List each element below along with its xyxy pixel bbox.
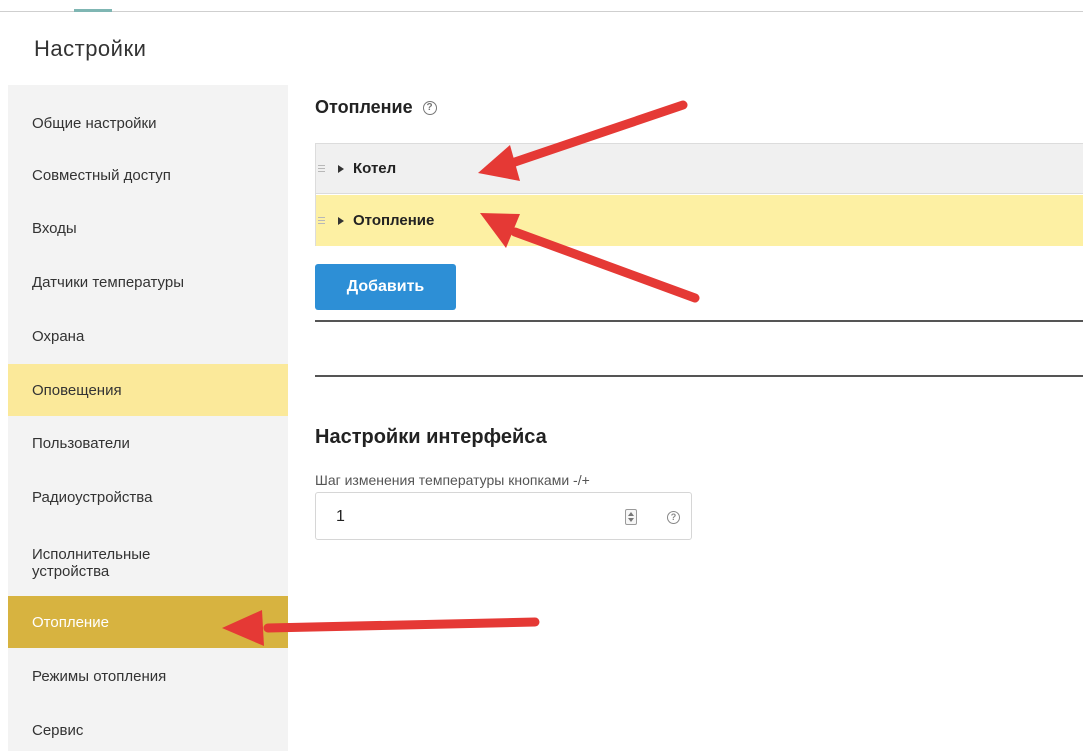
sidebar-item-service[interactable]: Сервис bbox=[8, 704, 288, 751]
number-spinner-icon[interactable] bbox=[625, 509, 637, 525]
interface-settings-title: Настройки интерфейса bbox=[315, 426, 547, 448]
add-button[interactable]: Добавить bbox=[315, 264, 456, 310]
sidebar-item-radio-devices[interactable]: Радиоустройства bbox=[8, 471, 288, 523]
section-divider bbox=[315, 375, 1083, 377]
sidebar-item-inputs[interactable]: Входы bbox=[8, 202, 288, 254]
temp-step-input[interactable]: 1 ? bbox=[315, 492, 692, 540]
sidebar-item-security[interactable]: Охрана bbox=[8, 310, 288, 362]
temp-step-label: Шаг изменения температуры кнопками -/+ bbox=[315, 472, 590, 488]
sidebar-item-heating-modes[interactable]: Режимы отопления bbox=[8, 650, 288, 702]
top-divider bbox=[0, 11, 1083, 12]
drag-handle-icon[interactable] bbox=[318, 217, 326, 224]
sidebar-item-temperature-sensors[interactable]: Датчики температуры bbox=[8, 256, 288, 308]
sidebar-item-users[interactable]: Пользователи bbox=[8, 417, 288, 469]
page-title: Настройки bbox=[34, 36, 147, 61]
top-tab-indicator bbox=[74, 9, 112, 12]
heating-title-text: Отопление bbox=[315, 97, 413, 117]
heating-circuits-list: Котел Отопление bbox=[315, 143, 1083, 246]
temp-step-value[interactable]: 1 bbox=[336, 508, 345, 526]
help-icon[interactable]: ? bbox=[422, 100, 437, 115]
settings-page: Настройки Общие настройки Совместный дос… bbox=[0, 0, 1083, 751]
list-item-label: Отопление bbox=[353, 212, 435, 229]
sidebar-item-actuators[interactable]: Исполнительные устройства bbox=[8, 535, 178, 591]
list-item-label: Котел bbox=[353, 160, 397, 177]
caret-right-icon[interactable] bbox=[338, 216, 344, 225]
sidebar-item-notifications[interactable]: Оповещения bbox=[8, 364, 288, 416]
sidebar-item-shared-access[interactable]: Совместный доступ bbox=[8, 149, 288, 201]
spinner-down-icon[interactable] bbox=[628, 518, 634, 522]
heating-section-title: Отопление ? bbox=[315, 97, 437, 118]
caret-right-icon[interactable] bbox=[338, 164, 344, 173]
settings-sidebar: Общие настройки Совместный доступ Входы … bbox=[8, 85, 288, 751]
sidebar-item-heating[interactable]: Отопление bbox=[8, 596, 288, 648]
list-item-heating[interactable]: Отопление bbox=[316, 195, 1083, 246]
section-divider bbox=[315, 320, 1083, 322]
spinner-up-icon[interactable] bbox=[628, 512, 634, 516]
list-item-boiler[interactable]: Котел bbox=[316, 144, 1083, 194]
drag-handle-icon[interactable] bbox=[318, 165, 326, 172]
help-icon[interactable]: ? bbox=[667, 511, 680, 524]
sidebar-item-general[interactable]: Общие настройки bbox=[8, 97, 288, 149]
